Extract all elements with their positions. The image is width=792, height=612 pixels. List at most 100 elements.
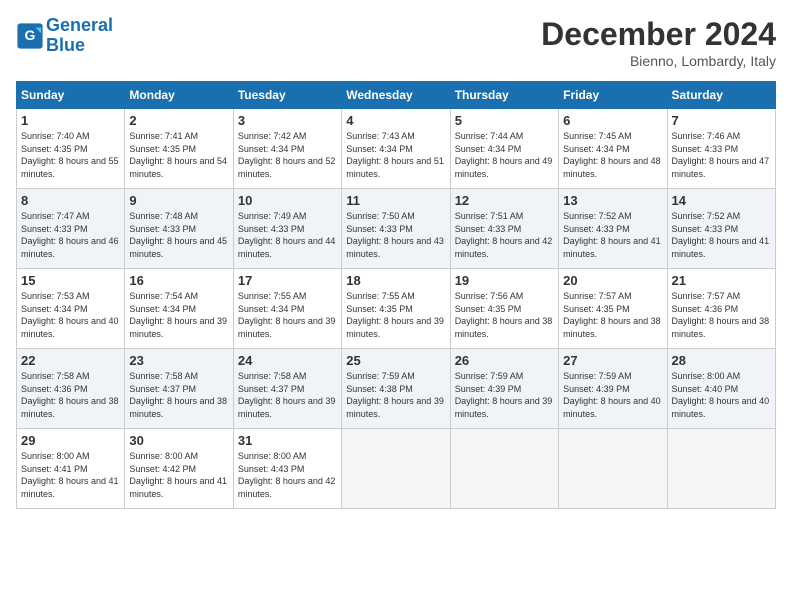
- day-cell-15: 15 Sunrise: 7:53 AMSunset: 4:34 PMDayligh…: [17, 269, 125, 349]
- empty-cell: [342, 429, 450, 509]
- col-header-thursday: Thursday: [450, 82, 558, 109]
- day-number: 12: [455, 193, 554, 208]
- day-number: 10: [238, 193, 337, 208]
- day-info: Sunrise: 7:49 AMSunset: 4:33 PMDaylight:…: [238, 210, 337, 260]
- day-cell-2: 2Sunrise: 7:41 AMSunset: 4:35 PMDaylight…: [125, 109, 233, 189]
- day-cell-26: 26 Sunrise: 7:59 AMSunset: 4:39 PMDayligh…: [450, 349, 558, 429]
- day-cell-9: 9Sunrise: 7:48 AMSunset: 4:33 PMDaylight…: [125, 189, 233, 269]
- day-info: Sunrise: 7:43 AMSunset: 4:34 PMDaylight:…: [346, 130, 445, 180]
- day-info: Sunrise: 7:59 AMSunset: 4:39 PMDaylight:…: [455, 370, 554, 420]
- col-header-tuesday: Tuesday: [233, 82, 341, 109]
- day-info: Sunrise: 8:00 AMSunset: 4:42 PMDaylight:…: [129, 450, 228, 500]
- calendar-table: SundayMondayTuesdayWednesdayThursdayFrid…: [16, 81, 776, 509]
- day-cell-25: 25Sunrise: 7:59 AMSunset: 4:38 PMDayligh…: [342, 349, 450, 429]
- day-number: 20: [563, 273, 662, 288]
- day-cell-13: 13 Sunrise: 7:52 AMSunset: 4:33 PMDayligh…: [559, 189, 667, 269]
- day-info: Sunrise: 7:42 AMSunset: 4:34 PMDaylight:…: [238, 130, 337, 180]
- day-info: Sunrise: 7:44 AMSunset: 4:34 PMDaylight:…: [455, 130, 554, 180]
- day-number: 6: [563, 113, 662, 128]
- day-number: 31: [238, 433, 337, 448]
- empty-cell: [667, 429, 775, 509]
- day-info: Sunrise: 7:55 AMSunset: 4:35 PMDaylight:…: [346, 290, 445, 340]
- day-cell-20: 20 Sunrise: 7:57 AMSunset: 4:35 PMDayligh…: [559, 269, 667, 349]
- day-number: 3: [238, 113, 337, 128]
- day-number: 28: [672, 353, 771, 368]
- day-cell-3: 3 Sunrise: 7:42 AMSunset: 4:34 PMDaylight…: [233, 109, 341, 189]
- day-info: Sunrise: 7:46 AMSunset: 4:33 PMDaylight:…: [672, 130, 771, 180]
- day-cell-1: 1 Sunrise: 7:40 AMSunset: 4:35 PMDaylight…: [17, 109, 125, 189]
- day-number: 4: [346, 113, 445, 128]
- day-cell-12: 12 Sunrise: 7:51 AMSunset: 4:33 PMDayligh…: [450, 189, 558, 269]
- day-info: Sunrise: 7:40 AMSunset: 4:35 PMDaylight:…: [21, 130, 120, 180]
- day-number: 24: [238, 353, 337, 368]
- day-info: Sunrise: 7:59 AMSunset: 4:39 PMDaylight:…: [563, 370, 662, 420]
- col-header-saturday: Saturday: [667, 82, 775, 109]
- week-row-3: 15 Sunrise: 7:53 AMSunset: 4:34 PMDayligh…: [17, 269, 776, 349]
- day-cell-18: 18 Sunrise: 7:55 AMSunset: 4:35 PMDayligh…: [342, 269, 450, 349]
- empty-cell: [450, 429, 558, 509]
- week-row-1: 1 Sunrise: 7:40 AMSunset: 4:35 PMDaylight…: [17, 109, 776, 189]
- day-info: Sunrise: 7:50 AMSunset: 4:33 PMDaylight:…: [346, 210, 445, 260]
- day-info: Sunrise: 7:53 AMSunset: 4:34 PMDaylight:…: [21, 290, 120, 340]
- title-block: December 2024 Bienno, Lombardy, Italy: [541, 16, 776, 69]
- day-number: 29: [21, 433, 120, 448]
- day-cell-14: 14Sunrise: 7:52 AMSunset: 4:33 PMDayligh…: [667, 189, 775, 269]
- day-number: 9: [129, 193, 228, 208]
- col-header-wednesday: Wednesday: [342, 82, 450, 109]
- day-cell-4: 4 Sunrise: 7:43 AMSunset: 4:34 PMDaylight…: [342, 109, 450, 189]
- day-info: Sunrise: 7:56 AMSunset: 4:35 PMDaylight:…: [455, 290, 554, 340]
- day-info: Sunrise: 7:57 AMSunset: 4:36 PMDaylight:…: [672, 290, 771, 340]
- day-cell-6: 6Sunrise: 7:45 AMSunset: 4:34 PMDaylight…: [559, 109, 667, 189]
- day-number: 1: [21, 113, 120, 128]
- day-number: 7: [672, 113, 771, 128]
- col-header-monday: Monday: [125, 82, 233, 109]
- day-info: Sunrise: 7:41 AMSunset: 4:35 PMDaylight:…: [129, 130, 228, 180]
- day-cell-7: 7 Sunrise: 7:46 AMSunset: 4:33 PMDaylight…: [667, 109, 775, 189]
- day-number: 11: [346, 193, 445, 208]
- day-cell-27: 27 Sunrise: 7:59 AMSunset: 4:39 PMDayligh…: [559, 349, 667, 429]
- svg-text:G: G: [25, 27, 36, 43]
- day-info: Sunrise: 7:51 AMSunset: 4:33 PMDaylight:…: [455, 210, 554, 260]
- day-info: Sunrise: 8:00 AMSunset: 4:43 PMDaylight:…: [238, 450, 337, 500]
- day-info: Sunrise: 7:58 AMSunset: 4:36 PMDaylight:…: [21, 370, 120, 420]
- day-cell-23: 23 Sunrise: 7:58 AMSunset: 4:37 PMDayligh…: [125, 349, 233, 429]
- day-number: 8: [21, 193, 120, 208]
- logo-icon: G: [16, 22, 44, 50]
- day-cell-28: 28 Sunrise: 8:00 AMSunset: 4:40 PMDayligh…: [667, 349, 775, 429]
- day-cell-29: 29 Sunrise: 8:00 AMSunset: 4:41 PMDayligh…: [17, 429, 125, 509]
- day-info: Sunrise: 8:00 AMSunset: 4:41 PMDaylight:…: [21, 450, 120, 500]
- day-number: 27: [563, 353, 662, 368]
- day-cell-31: 31 Sunrise: 8:00 AMSunset: 4:43 PMDayligh…: [233, 429, 341, 509]
- day-info: Sunrise: 7:55 AMSunset: 4:34 PMDaylight:…: [238, 290, 337, 340]
- day-info: Sunrise: 8:00 AMSunset: 4:40 PMDaylight:…: [672, 370, 771, 420]
- day-number: 14: [672, 193, 771, 208]
- day-number: 30: [129, 433, 228, 448]
- day-number: 22: [21, 353, 120, 368]
- day-info: Sunrise: 7:57 AMSunset: 4:35 PMDaylight:…: [563, 290, 662, 340]
- day-number: 18: [346, 273, 445, 288]
- day-info: Sunrise: 7:58 AMSunset: 4:37 PMDaylight:…: [238, 370, 337, 420]
- week-row-5: 29 Sunrise: 8:00 AMSunset: 4:41 PMDayligh…: [17, 429, 776, 509]
- logo-line1: General: [46, 15, 113, 35]
- day-cell-17: 17 Sunrise: 7:55 AMSunset: 4:34 PMDayligh…: [233, 269, 341, 349]
- day-cell-22: 22 Sunrise: 7:58 AMSunset: 4:36 PMDayligh…: [17, 349, 125, 429]
- day-number: 15: [21, 273, 120, 288]
- col-header-sunday: Sunday: [17, 82, 125, 109]
- day-cell-10: 10 Sunrise: 7:49 AMSunset: 4:33 PMDayligh…: [233, 189, 341, 269]
- col-header-friday: Friday: [559, 82, 667, 109]
- header-row: SundayMondayTuesdayWednesdayThursdayFrid…: [17, 82, 776, 109]
- day-cell-24: 24 Sunrise: 7:58 AMSunset: 4:37 PMDayligh…: [233, 349, 341, 429]
- day-number: 26: [455, 353, 554, 368]
- page-header: G General Blue December 2024 Bienno, Lom…: [16, 16, 776, 69]
- day-info: Sunrise: 7:58 AMSunset: 4:37 PMDaylight:…: [129, 370, 228, 420]
- day-info: Sunrise: 7:52 AMSunset: 4:33 PMDaylight:…: [563, 210, 662, 260]
- day-info: Sunrise: 7:54 AMSunset: 4:34 PMDaylight:…: [129, 290, 228, 340]
- logo: G General Blue: [16, 16, 113, 56]
- day-cell-21: 21Sunrise: 7:57 AMSunset: 4:36 PMDayligh…: [667, 269, 775, 349]
- day-cell-30: 30 Sunrise: 8:00 AMSunset: 4:42 PMDayligh…: [125, 429, 233, 509]
- day-number: 23: [129, 353, 228, 368]
- day-number: 25: [346, 353, 445, 368]
- day-number: 17: [238, 273, 337, 288]
- day-number: 13: [563, 193, 662, 208]
- week-row-2: 8Sunrise: 7:47 AMSunset: 4:33 PMDaylight…: [17, 189, 776, 269]
